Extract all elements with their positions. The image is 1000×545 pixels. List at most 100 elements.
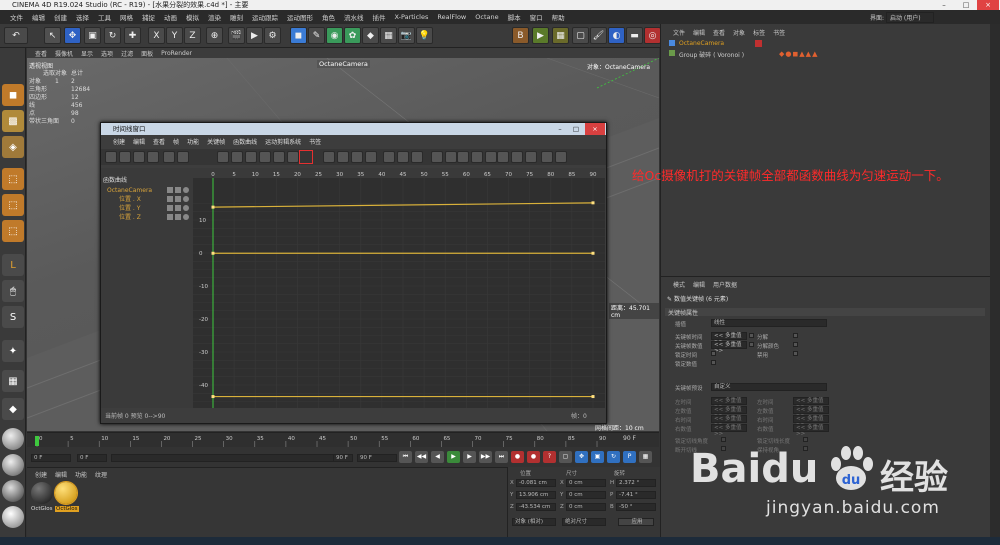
- plugin-grid-icon[interactable]: ▦: [552, 27, 569, 44]
- layout-selector[interactable]: 界面: 启动 (用户): [870, 12, 934, 23]
- object-menu-item[interactable]: 编辑: [693, 28, 705, 37]
- menu-item[interactable]: 窗口: [530, 12, 543, 22]
- keyframe-point[interactable]: [591, 201, 595, 205]
- timeline-tool-button[interactable]: [457, 151, 469, 163]
- timeline-menu-item[interactable]: 函数曲线: [233, 137, 257, 146]
- attr-checkbox[interactable]: [711, 360, 716, 365]
- coordinate-system-button[interactable]: ⊕: [206, 27, 223, 44]
- timeline-tool-button[interactable]: [411, 151, 423, 163]
- menu-item[interactable]: 捕捉: [142, 12, 155, 22]
- tangent-field[interactable]: << 多重值>>: [711, 397, 747, 410]
- attr-checkbox[interactable]: [793, 351, 798, 356]
- current-frame-field[interactable]: 0 F: [31, 454, 71, 462]
- key-rotation-button[interactable]: ↻: [607, 451, 620, 463]
- rot-field[interactable]: -50 °: [616, 503, 656, 511]
- tl-minimize-button[interactable]: –: [553, 123, 567, 135]
- track-mute-icon[interactable]: [175, 214, 181, 220]
- timeline-tool-button[interactable]: [497, 151, 509, 163]
- timeline-tool-button[interactable]: [397, 151, 409, 163]
- pos-field[interactable]: 13.906 cm: [516, 491, 556, 499]
- timeline-tool-button[interactable]: [365, 151, 377, 163]
- timeline-menu-item[interactable]: 编辑: [133, 137, 145, 146]
- minimize-button[interactable]: –: [933, 0, 955, 10]
- preview-range-slider[interactable]: [111, 454, 351, 462]
- sphere2-icon[interactable]: [2, 454, 24, 476]
- material-menu-item[interactable]: 编辑: [55, 470, 67, 479]
- timeline-menu-item[interactable]: 运动剪辑系统: [265, 137, 301, 146]
- prev-key-button[interactable]: ◀◀: [415, 451, 428, 463]
- live-select-button[interactable]: ↖: [44, 27, 61, 44]
- timeline-ruler[interactable]: 0 5 10 15 20 25 30 35 40 45 50 55 60 65 70 75 80 85 90: [27, 433, 659, 447]
- timeline-tool-button[interactable]: [485, 151, 497, 163]
- attr-mixed-field[interactable]: << 多重值>>: [711, 341, 747, 354]
- track-solo-icon[interactable]: [183, 187, 189, 193]
- menu-item[interactable]: 雕刻: [230, 12, 243, 22]
- menu-item[interactable]: RealFlow: [437, 13, 466, 21]
- keyframe-point[interactable]: [211, 395, 215, 399]
- track-row[interactable]: 位置 . Y: [103, 204, 191, 213]
- autokey-button[interactable]: ●: [527, 451, 540, 463]
- planar-icon[interactable]: ◆: [2, 398, 24, 420]
- timeline-tool-button[interactable]: [287, 151, 299, 163]
- track-row[interactable]: 位置 . Z: [103, 213, 191, 222]
- linear-interpolation-button[interactable]: [299, 150, 313, 164]
- rot-field[interactable]: -7.41 °: [616, 491, 656, 499]
- timeline-menu-item[interactable]: 帧: [173, 137, 179, 146]
- start-frame-field[interactable]: 0 F: [77, 454, 107, 462]
- plugin-square-icon[interactable]: ▢: [572, 27, 589, 44]
- menu-item[interactable]: 文件: [10, 12, 23, 22]
- light-icon[interactable]: 💡: [416, 27, 433, 44]
- cube-icon[interactable]: ◼: [290, 27, 307, 44]
- menu-item[interactable]: 选择: [76, 12, 89, 22]
- timeline-tool-button[interactable]: [147, 151, 159, 163]
- subdivision-icon[interactable]: ◉: [326, 27, 343, 44]
- material-menu-item[interactable]: 功能: [75, 470, 87, 479]
- apply-button[interactable]: 应用: [618, 518, 654, 526]
- attr-menu-item[interactable]: 用户数据: [713, 280, 737, 289]
- paint-icon[interactable]: ✦: [2, 340, 24, 362]
- attr-checkbox[interactable]: [711, 351, 716, 356]
- pos-field[interactable]: -43.534 cm: [516, 503, 556, 511]
- fcurve-graph[interactable]: 0 5 10 15 20 25 30 35 40 45 50 55 60 65 70 75 80 85 90 10 0 -…: [193, 168, 605, 408]
- timeline-tool-button[interactable]: [431, 151, 443, 163]
- timeline-playhead[interactable]: [35, 436, 39, 446]
- object-menu-item[interactable]: 标签: [753, 28, 765, 37]
- goto-end-button[interactable]: ⏭: [495, 451, 508, 463]
- track-solo-icon[interactable]: [183, 214, 189, 220]
- menu-item[interactable]: 流水线: [344, 12, 364, 22]
- attr-menu-item[interactable]: 编辑: [693, 280, 705, 289]
- tangent-field[interactable]: << 多重值>>: [793, 424, 829, 437]
- viewport-menu-item[interactable]: 过滤: [121, 49, 133, 58]
- timeline-menu-item[interactable]: 创建: [113, 137, 125, 146]
- tweak-icon[interactable]: 🖱: [2, 280, 24, 302]
- timeline-tool-button[interactable]: [555, 151, 567, 163]
- tangent-field[interactable]: << 多重值>>: [711, 424, 747, 437]
- viewport-menu-item[interactable]: 选项: [101, 49, 113, 58]
- attr-checkbox[interactable]: [749, 342, 754, 347]
- deformer-icon[interactable]: ◆: [362, 27, 379, 44]
- viewport-menu-item[interactable]: 摄像机: [55, 49, 73, 58]
- attr-checkbox[interactable]: [793, 333, 798, 338]
- undo-button[interactable]: ↶: [4, 27, 28, 44]
- timeline-tool-button[interactable]: [119, 151, 131, 163]
- plugin-b-icon[interactable]: B: [512, 27, 529, 44]
- attr-mixed-field[interactable]: << 多重值>>: [711, 332, 747, 345]
- timeline-tool-button[interactable]: [541, 151, 553, 163]
- tl-maximize-button[interactable]: □: [569, 123, 583, 135]
- track-lock-icon[interactable]: [167, 205, 173, 211]
- size-mode-select[interactable]: 绝对尺寸: [562, 518, 606, 526]
- timeline-tool-button[interactable]: [351, 151, 363, 163]
- floor-icon[interactable]: ▦: [380, 27, 397, 44]
- menu-item[interactable]: 编辑: [32, 12, 45, 22]
- timeline-tool-button[interactable]: [245, 151, 257, 163]
- timeline-tool-button[interactable]: [177, 151, 189, 163]
- viewport-menu-item[interactable]: 显示: [81, 49, 93, 58]
- timeline-tool-button[interactable]: [383, 151, 395, 163]
- track-lock-icon[interactable]: [167, 187, 173, 193]
- track-solo-icon[interactable]: [183, 196, 189, 202]
- sphere4-icon[interactable]: [2, 506, 24, 528]
- key-position-button[interactable]: ✥: [575, 451, 588, 463]
- octane-live-icon[interactable]: ▬: [626, 27, 643, 44]
- tangent-field[interactable]: << 多重值>>: [793, 397, 829, 410]
- timeline-tool-button[interactable]: [105, 151, 117, 163]
